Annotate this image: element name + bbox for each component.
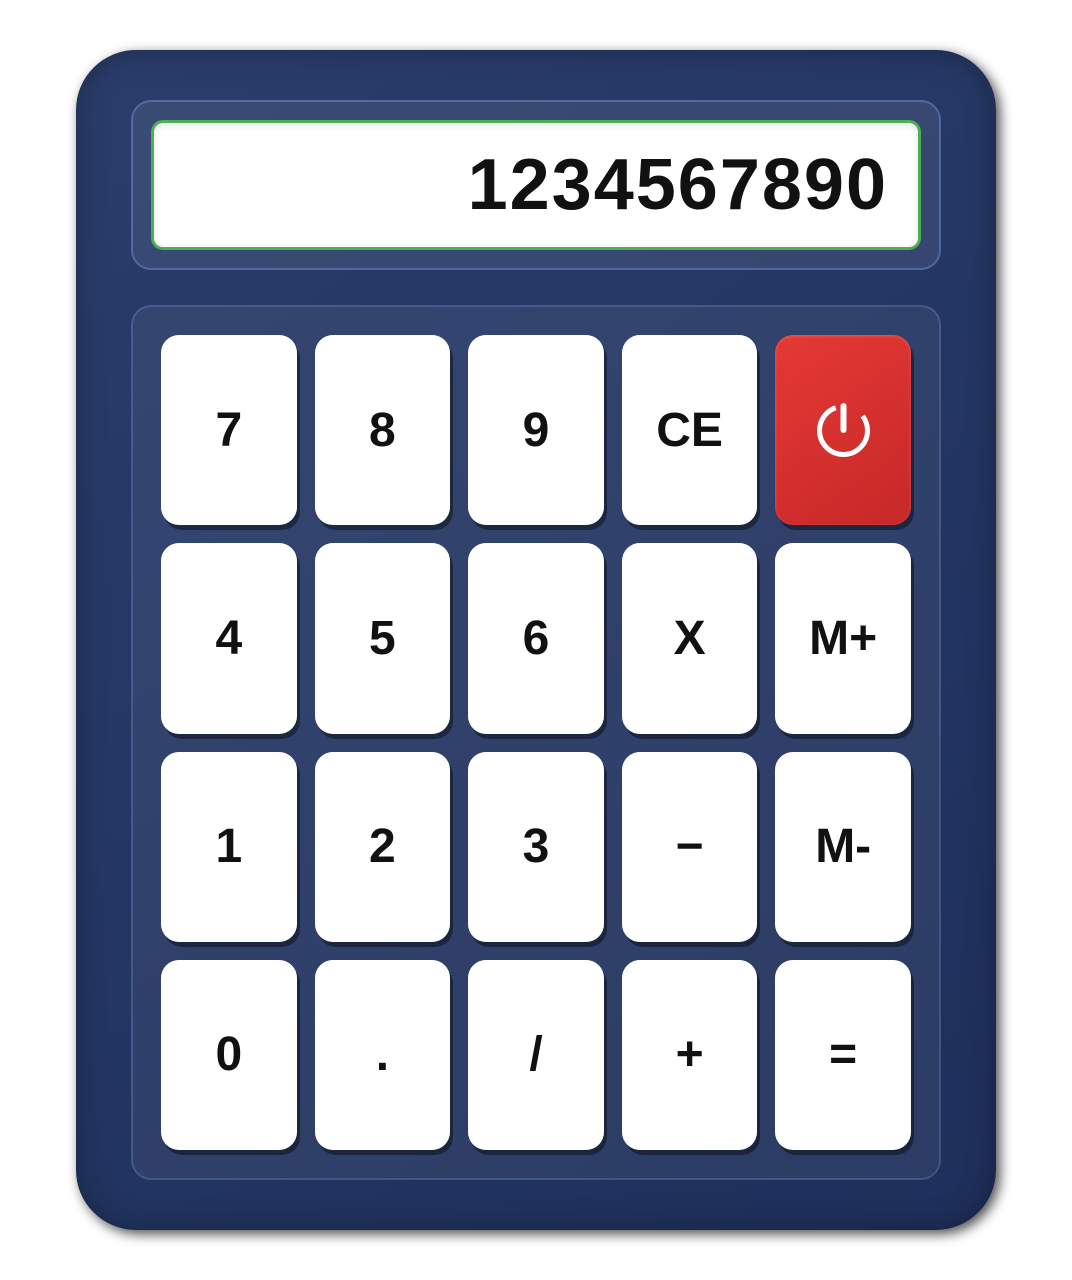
btn-decimal[interactable]: . [315,960,451,1150]
power-icon [811,398,876,463]
btn-4[interactable]: 4 [161,543,297,733]
btn-mplus[interactable]: M+ [775,543,911,733]
display-area: 1234567890 [131,100,941,270]
btn-9[interactable]: 9 [468,335,604,525]
btn-5[interactable]: 5 [315,543,451,733]
btn-divide[interactable]: / [468,960,604,1150]
btn-3[interactable]: 3 [468,752,604,942]
btn-subtract[interactable]: − [622,752,758,942]
btn-6[interactable]: 6 [468,543,604,733]
display-value: 1234567890 [468,144,888,226]
btn-equals[interactable]: = [775,960,911,1150]
btn-ce[interactable]: CE [622,335,758,525]
calculator: 1234567890 7 8 9 CE [76,50,996,1230]
btn-1[interactable]: 1 [161,752,297,942]
btn-2[interactable]: 2 [315,752,451,942]
row-2: 4 5 6 X M+ [161,543,911,733]
display: 1234567890 [151,120,921,250]
btn-0[interactable]: 0 [161,960,297,1150]
btn-8[interactable]: 8 [315,335,451,525]
row-1: 7 8 9 CE [161,335,911,525]
btn-multiply[interactable]: X [622,543,758,733]
row-3: 1 2 3 − M- [161,752,911,942]
btn-add[interactable]: + [622,960,758,1150]
btn-power[interactable] [775,335,911,525]
keypad-area: 7 8 9 CE 4 5 [131,305,941,1180]
btn-7[interactable]: 7 [161,335,297,525]
btn-mminus[interactable]: M- [775,752,911,942]
row-4: 0 . / + = [161,960,911,1150]
